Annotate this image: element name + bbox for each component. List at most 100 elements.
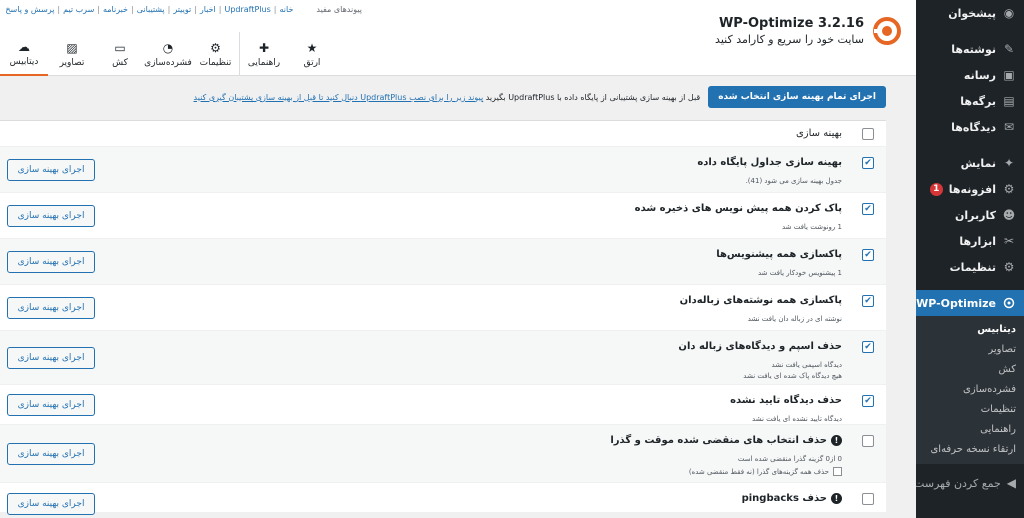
run-optimization-button[interactable]: اجرای بهینه سازی: [7, 394, 95, 416]
tab-label: تصاویر: [59, 57, 85, 68]
top-link-6[interactable]: سرب تیم: [63, 5, 94, 14]
optimization-row: ✔ بهینه سازی جداول پایگاه داده جدول بهینه …: [0, 147, 886, 193]
tab-1[interactable]: ▨ تصاویر: [48, 32, 96, 76]
run-optimization-button[interactable]: اجرای بهینه سازی: [7, 297, 95, 319]
menu-item-6[interactable]: ⚙ افزونه‌ها 1: [916, 176, 1024, 202]
optimization-title: پاکسازی همه پیشنویس‌ها: [716, 249, 842, 260]
submenu-item-2[interactable]: کش: [916, 360, 1024, 380]
menu-item-label: نوشته‌ها: [951, 42, 996, 56]
pages-icon: ▤: [1003, 94, 1015, 108]
optimization-description: نوشته ای در زباله دان یافت نشد: [747, 315, 842, 323]
run-optimization-button[interactable]: اجرای بهینه سازی: [7, 493, 95, 515]
optimization-checkbox[interactable]: ✔: [862, 395, 874, 407]
admin-sidebar: ◉ پیشخوان ✎ نوشته‌ها ▣ رسانه ▤ برگه‌ها ✉ دیدگاه‌ه…: [916, 0, 1024, 518]
tab-4[interactable]: ⚙ تنظیمات: [192, 32, 240, 76]
warning-icon: !: [831, 435, 842, 446]
run-optimization-button[interactable]: اجرای بهینه سازی: [7, 443, 95, 465]
top-link-7[interactable]: پرسش و پاسخ: [5, 5, 54, 14]
optimization-title-text: پاکسازی همه پیشنویس‌ها: [716, 249, 842, 260]
submenu-item-6[interactable]: ارتقاء نسخه حرفه‌ای: [916, 440, 1024, 460]
optimization-checkbox[interactable]: [862, 493, 874, 505]
top-link-0[interactable]: خانه: [279, 5, 293, 14]
collapse-menu-button[interactable]: ◀ جمع کردن فهرست: [916, 470, 1024, 496]
plugin-header: پیوندهای مفید خانه | UpdraftPlus | اخبار | تویی…: [0, 0, 916, 76]
sub-option[interactable]: حذف همه گزینه‌های گذرا (نه فقط منقضی شده…: [689, 467, 842, 476]
menu-item-1[interactable]: ✎ نوشته‌ها: [916, 36, 1024, 62]
run-optimization-button[interactable]: اجرای بهینه سازی: [7, 251, 95, 273]
menu-item-label: دیدگاه‌ها: [951, 120, 996, 134]
optimization-row: ! حذف pingbacks اجرای بهینه سازی: [0, 483, 886, 515]
appearance-icon: ✦: [1003, 156, 1015, 170]
warning-icon: !: [831, 493, 842, 504]
menu-item-3[interactable]: ▤ برگه‌ها: [916, 88, 1024, 114]
optimization-description: جدول بهینه سازی می شود (41).: [745, 177, 842, 185]
top-link-4[interactable]: پشتیبانی: [137, 5, 165, 14]
tab-5[interactable]: ✚ راهنمایی: [240, 32, 288, 76]
optimization-title-text: پاک کردن همه پیش نویس های ذخیره شده: [634, 203, 842, 214]
menu-item-2[interactable]: ▣ رسانه: [916, 62, 1024, 88]
help-icon: ✚: [258, 40, 270, 55]
optimization-row: ✔ پاکسازی همه نوشته‌های زباله‌دان نوشته ای…: [0, 285, 886, 331]
submenu-item-3[interactable]: فشرده‌سازی: [916, 380, 1024, 400]
menu-item-label: تنظیمات: [949, 260, 996, 274]
submenu-item-0[interactable]: دیتابیس: [916, 320, 1024, 340]
tab-label: فشرده‌سازی: [144, 57, 192, 68]
menu-item-8[interactable]: ✂ ابزارها: [916, 228, 1024, 254]
tab-2[interactable]: ▭ کش: [96, 32, 144, 76]
menu-item-label: نمایش: [960, 156, 996, 170]
optimization-title: ! حذف pingbacks: [742, 493, 842, 504]
menu-item-label: پیشخوان: [948, 6, 996, 20]
top-link-1[interactable]: UpdraftPlus: [224, 5, 270, 14]
optimization-title: پاکسازی همه نوشته‌های زباله‌دان: [680, 295, 842, 306]
menu-item-wp-optimize[interactable]: WP-Optimize: [916, 290, 1024, 316]
optimization-checkbox[interactable]: [862, 435, 874, 447]
tab-label: راهنمایی: [247, 57, 281, 68]
tab-3[interactable]: ◔ فشرده‌سازی: [144, 32, 192, 76]
menu-separator: [916, 280, 1024, 290]
media-icon: ▣: [1003, 68, 1015, 82]
optimization-checkbox[interactable]: ✔: [862, 249, 874, 261]
sub-option-checkbox[interactable]: [833, 467, 842, 476]
submenu-item-5[interactable]: راهنمایی: [916, 420, 1024, 440]
tab-6[interactable]: ★ ارتق: [288, 32, 336, 76]
notice-link[interactable]: پیوند زیر را برای نصب UpdraftPlus دنبال …: [194, 93, 484, 102]
settings-icon: ⚙: [210, 40, 221, 55]
run-optimization-button[interactable]: اجرای بهینه سازی: [7, 159, 95, 181]
optimization-checkbox[interactable]: ✔: [862, 157, 874, 169]
menu-item-5[interactable]: ✦ نمایش: [916, 150, 1024, 176]
top-link-3[interactable]: توییتر: [173, 5, 191, 14]
optimization-checkbox[interactable]: ✔: [862, 203, 874, 215]
notice-text: قبل از بهینه سازی پشتیبانی از پایگاه داد…: [194, 93, 701, 102]
menu-item-label: رسانه: [963, 68, 996, 82]
menu-item-4[interactable]: ✉ دیدگاه‌ها: [916, 114, 1024, 140]
optimization-description: 1 رونوشت یافت شد: [781, 223, 842, 231]
menu-item-7[interactable]: ☻ کاربران: [916, 202, 1024, 228]
run-all-selected-button[interactable]: اجرای تمام بهینه سازی انتخاب شده: [708, 86, 886, 108]
tab-0[interactable]: ☁ دیتابیس: [0, 32, 48, 76]
run-optimization-button[interactable]: اجرای بهینه سازی: [7, 347, 95, 369]
link-separator: |: [97, 4, 100, 14]
submenu-item-4[interactable]: تنظیمات: [916, 400, 1024, 420]
link-separator: |: [218, 4, 222, 14]
top-link-5[interactable]: خبرنامه: [103, 5, 128, 14]
tab-label: تنظیمات: [199, 57, 232, 68]
menu-item-label: ابزارها: [959, 234, 996, 248]
optimization-title-text: حذف pingbacks: [741, 493, 827, 504]
select-all-checkbox[interactable]: [862, 128, 874, 140]
premium-icon: ★: [306, 40, 318, 55]
optimization-checkbox[interactable]: ✔: [862, 341, 874, 353]
table-header-row: بهینه سازی: [0, 121, 886, 147]
run-optimization-button[interactable]: اجرای بهینه سازی: [7, 205, 95, 227]
top-link-2[interactable]: اخبار: [200, 5, 216, 14]
menu-item-9[interactable]: ⚙ تنظیمات: [916, 254, 1024, 280]
link-separator: |: [131, 4, 134, 14]
optimization-checkbox[interactable]: ✔: [862, 295, 874, 307]
link-separator: |: [194, 4, 197, 14]
useful-links-label: پیوندهای مفید: [316, 4, 362, 14]
optimization-description: دیدگاه اسپمی یافت نشد: [771, 361, 842, 369]
submenu-item-1[interactable]: تصاویر: [916, 340, 1024, 360]
optimization-row: ✔ پاکسازی همه پیشنویس‌ها 1 پیشنویس خودکار …: [0, 239, 886, 285]
menu-item-0[interactable]: ◉ پیشخوان: [916, 0, 1024, 26]
optimization-title-text: حذف اسپم و دیدگاه‌های زباله دان: [678, 341, 842, 352]
optimizations-table: بهینه سازی ✔ بهینه سازی جداول پایگاه داده…: [0, 120, 886, 515]
